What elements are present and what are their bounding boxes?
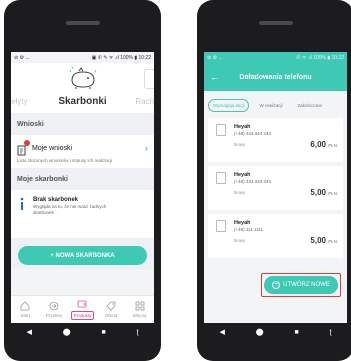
status-bar: ⊘ ⚙ ... ▣ ✆ ✎ ᯤ .ıl 100% ▮ 10:22 <box>11 52 154 63</box>
phone-number: (+48) 111 1111 <box>234 227 263 232</box>
tab-label: Produkty <box>70 311 95 320</box>
operator-name: Heyah <box>234 172 251 178</box>
highlight-frame: + UTWÓRZ NOWE <box>261 273 341 297</box>
plus-icon: + <box>272 281 281 289</box>
chevron-right-icon: › <box>145 143 148 153</box>
page-title: Skarbonki <box>58 96 107 107</box>
skarbonki-screen: ⊘ ⚙ ... ▣ ✆ ✎ ᯤ .ıl 100% ▮ 10:22 ełyty S… <box>11 52 154 341</box>
new-skarbonka-button[interactable]: + NOWA SKARBONKA <box>18 246 147 265</box>
list-item[interactable]: Heyah (+48) 333 333 333 Nowy 5,00 PLN <box>208 166 343 210</box>
amount-value: 5,00 <box>310 188 326 197</box>
moje-wnioski-label: Moje wnioski <box>32 144 73 152</box>
arrow-right-circle-icon <box>49 301 59 311</box>
section-title-skarbonki: Moje skarbonki <box>11 168 154 190</box>
screenshot-stage: ⊘ ⚙ ... ▣ ✆ ✎ ᯤ .ıl 100% ▮ 10:22 ełyty S… <box>0 0 351 361</box>
tab-wiecej[interactable]: Więcej <box>125 296 154 323</box>
empty-state-title: Brak skarbonek <box>33 197 79 203</box>
create-new-label: UTWÓRZ NOWE <box>283 282 330 288</box>
document-icon <box>216 124 226 136</box>
document-icon <box>216 220 226 232</box>
tab-produkty[interactable]: Produkty <box>68 296 97 323</box>
home-icon <box>20 301 30 311</box>
amount-value: 6,00 <box>310 140 326 149</box>
recents-nav-icon[interactable]: ■ <box>294 329 298 336</box>
filter-zakonczone[interactable]: Zakończone <box>292 99 328 112</box>
status-left: ⊘ ⚙ ... <box>207 54 223 61</box>
tag-icon <box>106 301 116 311</box>
wnioski-card[interactable]: Moje wnioski › Lista złożonych wniosków … <box>11 135 154 168</box>
notification-badge <box>24 139 30 146</box>
tab-label: Więcej <box>132 313 147 318</box>
amount: 6,00 PLN <box>310 140 337 149</box>
amount: 5,00 PLN <box>310 188 337 197</box>
doladowania-screen: ⊘ ⚙ ... ✆ ᯤ .ıl 100% ▮ 10:22 ← Doładowan… <box>204 52 347 341</box>
tab-oferta[interactable]: Oferta <box>97 296 126 323</box>
document-icon <box>17 139 30 155</box>
pin-nav-icon[interactable]: ʈ <box>137 329 139 336</box>
android-nav-bar: ◀ ⬤ ■ ʈ <box>11 323 154 341</box>
back-arrow-icon[interactable]: ← <box>210 72 224 82</box>
back-nav-icon[interactable]: ◀ <box>26 328 31 336</box>
bottom-tab-bar: Start Przelew Produkty Oferta Więcej <box>11 295 154 323</box>
phone-right: ⊘ ⚙ ... ✆ ᯤ .ıl 100% ▮ 10:22 ← Doładowan… <box>197 0 351 361</box>
next-section-preview <box>144 69 154 89</box>
phone-number: (+48) 444 444 444 <box>234 131 271 136</box>
list-item[interactable]: Heyah (+48) 444 444 444 Nowy 6,00 PLN <box>208 118 343 162</box>
wallet-icon <box>78 300 87 308</box>
page-title: Doładowania telefonu <box>239 73 312 81</box>
home-nav-icon[interactable]: ⬤ <box>256 328 264 336</box>
filter-wymagaja-akcji[interactable]: Wymagają akcji <box>208 99 250 112</box>
cta-container: + NOWA SKARBONKA <box>11 238 154 269</box>
phone-left: ⊘ ⚙ ... ▣ ✆ ✎ ᯤ .ıl 100% ▮ 10:22 ełyty S… <box>4 0 161 361</box>
phone-speaker <box>65 21 100 25</box>
info-icon <box>17 197 27 211</box>
skarbonki-header: ełyty Skarbonki Rach <box>11 63 154 113</box>
moje-wnioski-description: Lista złożonych wniosków i statusy ich r… <box>17 158 113 163</box>
section-title-wnioski: Wnioski <box>11 113 154 135</box>
document-icon <box>216 172 226 184</box>
next-section-label[interactable]: Rach <box>135 97 154 106</box>
recents-nav-icon[interactable]: ■ <box>101 329 105 336</box>
doladowania-header: ← Doładowania telefonu <box>204 63 347 91</box>
tab-start[interactable]: Start <box>11 296 40 323</box>
grid-icon <box>135 301 145 311</box>
filter-w-realizacji[interactable]: W realizacji <box>254 99 288 112</box>
phone-number: (+48) 333 333 333 <box>234 179 271 184</box>
tab-przelew[interactable]: Przelew <box>40 296 69 323</box>
phone-speaker <box>258 21 293 25</box>
android-nav-bar: ◀ ⬤ ■ ʈ <box>204 323 347 341</box>
back-nav-icon[interactable]: ◀ <box>219 328 224 336</box>
create-new-button[interactable]: + UTWÓRZ NOWE <box>264 276 338 294</box>
status-right: ✆ ᯤ .ıl 100% ▮ 10:22 <box>296 54 344 61</box>
tab-label: Oferta <box>104 313 118 318</box>
list-item[interactable]: Heyah (+48) 111 1111 Nowy 5,00 PLN <box>208 214 343 258</box>
status-bar: ⊘ ⚙ ... ✆ ᯤ .ıl 100% ▮ 10:22 <box>204 52 347 63</box>
tab-label: Start <box>20 313 31 318</box>
currency: PLN <box>328 143 337 148</box>
empty-state-description: Wygląda na to, że nie masz żadnych skarb… <box>33 204 107 215</box>
filter-tabs: Wymagają akcji W realizacji Zakończone <box>204 91 347 118</box>
empty-state: Brak skarbonek Wygląda na to, że nie mas… <box>11 190 154 238</box>
operator-name: Heyah <box>234 220 251 226</box>
amount: 5,00 PLN <box>310 236 337 245</box>
pin-nav-icon[interactable]: ʈ <box>330 329 332 336</box>
operator-name: Heyah <box>234 124 251 130</box>
amount-value: 5,00 <box>310 236 326 245</box>
currency: PLN <box>328 239 337 244</box>
currency: PLN <box>328 191 337 196</box>
tab-label: Przelew <box>45 313 62 318</box>
status-right: ▣ ✆ ✎ ᯤ .ıl 100% ▮ 10:22 <box>91 54 151 61</box>
home-nav-icon[interactable]: ⬤ <box>63 328 71 336</box>
status-left: ⊘ ⚙ ... <box>14 54 30 61</box>
piggy-bank-icon <box>69 66 97 89</box>
